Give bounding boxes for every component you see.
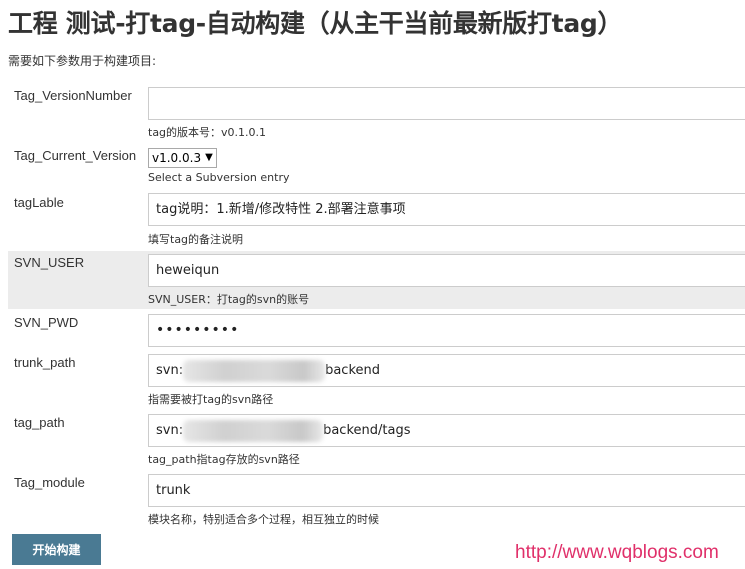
param-help: Select a Subversion entry <box>148 171 290 184</box>
param-label: trunk_path <box>14 355 76 370</box>
param-help: 填写tag的备注说明 <box>148 233 244 246</box>
param-help: SVN_USER：打tag的svn的账号 <box>148 293 310 306</box>
param-label: SVN_PWD <box>14 315 79 330</box>
param-label: Tag_module <box>14 475 85 490</box>
param-help: 模块名称，特别适合多个过程，相互独立的时候 <box>148 513 379 526</box>
param-label: Tag_Current_Version <box>14 148 137 163</box>
param-label: SVN_USER <box>14 255 85 270</box>
param-label: Tag_VersionNumber <box>14 88 132 103</box>
tag-current-version-select[interactable]: v1.0.0.3 ▼ <box>148 148 217 168</box>
page-title: 工程 测试-打tag-自动构建（从主干当前最新版打tag） <box>8 9 623 38</box>
svn-user-input[interactable]: heweiqun <box>148 254 745 287</box>
param-row-tag-current-version: Tag_Current_Version v1.0.0.3 ▼ Select a … <box>8 144 745 188</box>
tag-path-input[interactable]: svn: backend/tags <box>148 414 745 447</box>
redacted-blur <box>183 359 326 382</box>
param-help: tag_path指tag存放的svn路径 <box>148 453 300 466</box>
trunk-path-input[interactable]: svn: backend <box>148 354 745 387</box>
intro-text: 需要如下参数用于构建项目: <box>8 54 157 68</box>
param-row-tag-module: Tag_module trunk 模块名称，特别适合多个过程，相互独立的时候 <box>8 471 745 529</box>
select-value: v1.0.0.3 <box>152 151 202 165</box>
param-label: tag_path <box>14 415 65 430</box>
svn-pwd-input[interactable]: ••••••••• <box>148 314 745 347</box>
param-row-trunk-path: trunk_path svn: backend 指需要被打tag的svn路径 <box>8 351 745 409</box>
param-row-tag-path: tag_path svn: backend/tags tag_path指tag存放… <box>8 411 745 469</box>
param-row-tag-lable: tagLable tag说明：1.新增/修改特性 2.部署注意事项 填写tag的… <box>8 191 745 249</box>
path-suffix: backend <box>325 363 381 378</box>
tag-module-input[interactable]: trunk <box>148 474 745 507</box>
redacted-blur <box>183 419 324 442</box>
path-suffix: backend/tags <box>323 423 411 438</box>
path-prefix: svn: <box>156 363 184 378</box>
watermark: http://www.wqblogs.com <box>515 542 719 563</box>
tag-version-number-input[interactable] <box>148 87 745 120</box>
param-help: tag的版本号：v0.1.0.1 <box>148 126 267 139</box>
chevron-down-icon: ▼ <box>205 152 213 163</box>
param-label: tagLable <box>14 195 64 210</box>
path-prefix: svn: <box>156 423 184 438</box>
param-row-tag-version-number: Tag_VersionNumber tag的版本号：v0.1.0.1 <box>8 84 745 140</box>
param-row-svn-user: SVN_USER heweiqun SVN_USER：打tag的svn的账号 <box>8 251 745 309</box>
param-help: 指需要被打tag的svn路径 <box>148 393 274 406</box>
start-build-button[interactable]: 开始构建 <box>12 534 101 565</box>
tag-lable-input[interactable]: tag说明：1.新增/修改特性 2.部署注意事项 <box>148 193 745 226</box>
param-row-svn-pwd: SVN_PWD ••••••••• <box>8 311 745 351</box>
